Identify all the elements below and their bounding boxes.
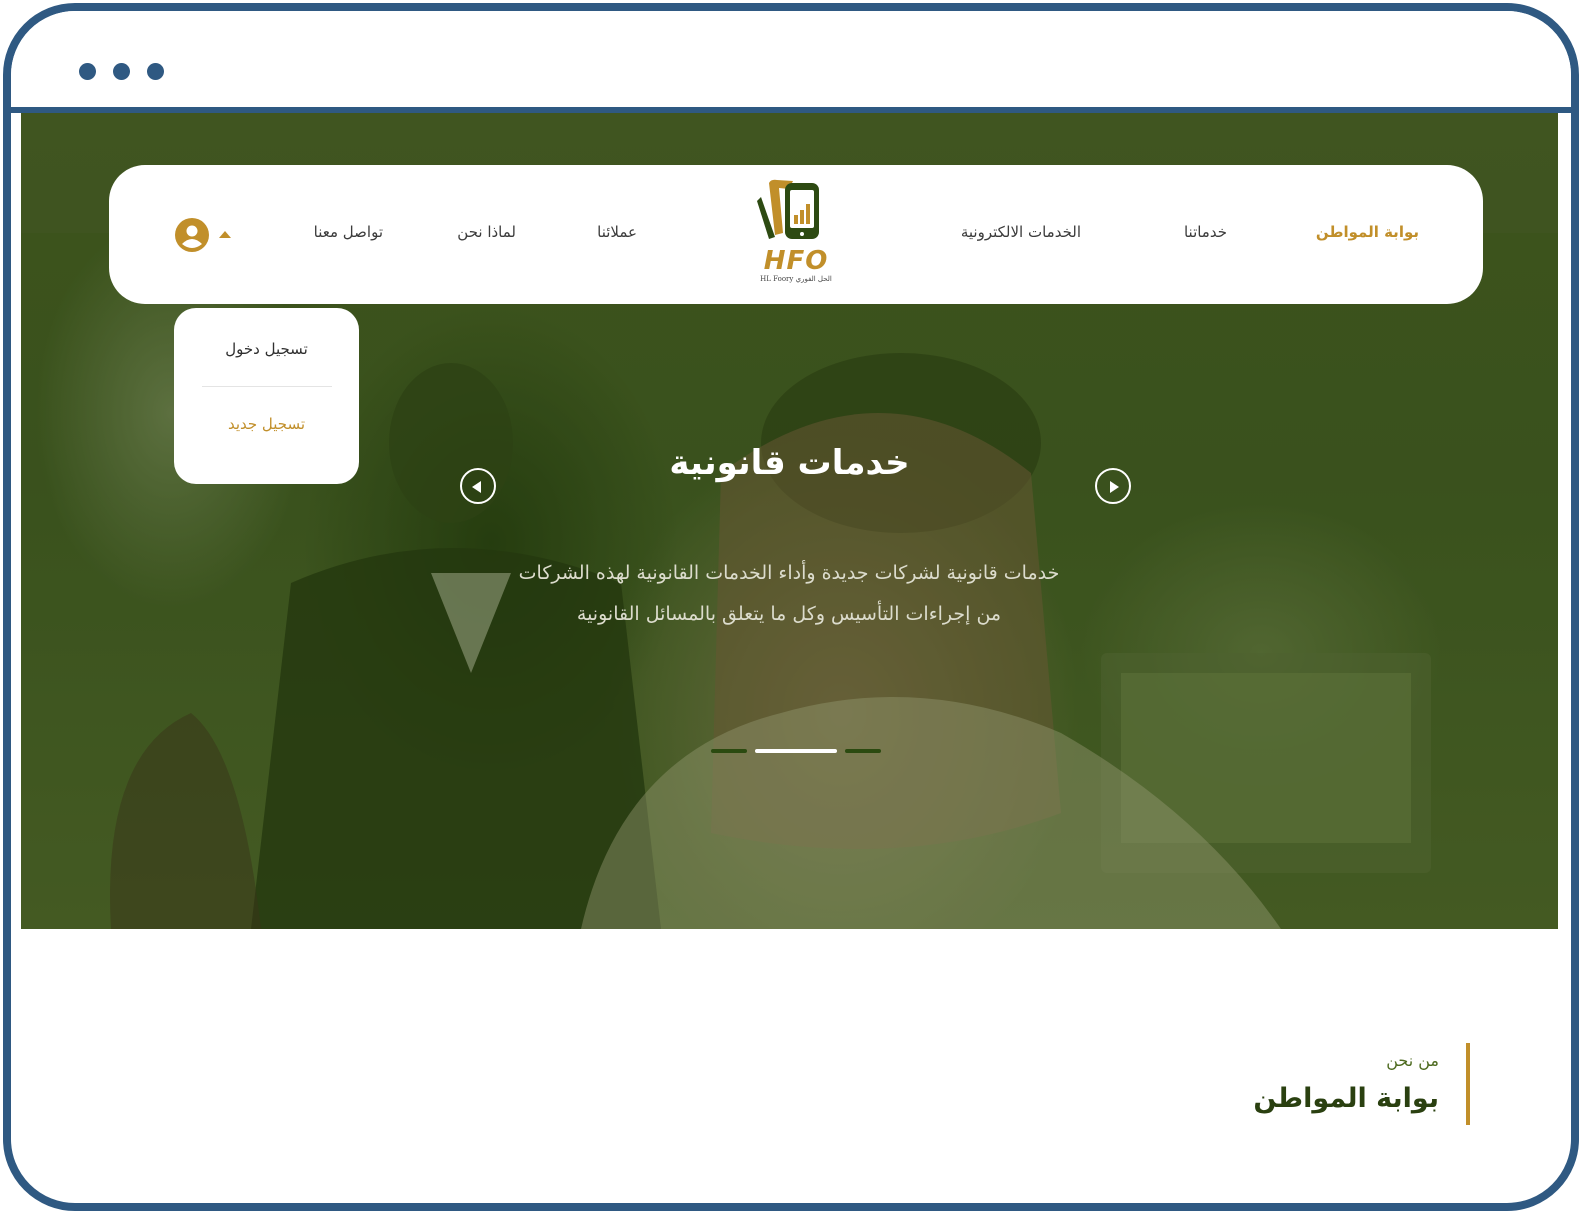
slide-indicator[interactable] [845,749,881,753]
slide-indicator[interactable] [711,749,747,753]
hero-slider: بوابة المواطن خدماتنا الخدمات الالكتروني… [21,113,1558,929]
nav-item-contact[interactable]: تواصل معنا [314,223,383,241]
register-link[interactable]: تسجيل جديد [174,415,359,433]
nav-item-services[interactable]: خدماتنا [1184,223,1227,241]
section-title: بوابة المواطن [1253,1083,1439,1114]
window-dot-icon [113,63,130,80]
browser-frame: بوابة المواطن خدماتنا الخدمات الالكتروني… [3,3,1579,1211]
slide-indicator-active[interactable] [755,749,837,753]
nav-item-citizen-portal[interactable]: بوابة المواطن [1316,223,1419,241]
user-circle-icon [182,225,202,248]
section-eyebrow: من نحن [1386,1051,1439,1070]
nav-item-e-services[interactable]: الخدمات الالكترونية [961,223,1081,241]
nav-item-clients[interactable]: عملائنا [597,223,637,241]
nav-item-why-us[interactable]: لماذا نحن [457,223,516,241]
browser-titlebar [11,11,1571,113]
caret-up-icon[interactable] [219,231,231,238]
hero-title: خدمات قانونية [669,443,910,483]
logo-mark-icon [757,179,819,239]
hero-description-line: خدمات قانونية لشركات جديدة وأداء الخدمات… [518,562,1060,584]
main-navbar: بوابة المواطن خدماتنا الخدمات الالكتروني… [109,165,1483,304]
site-logo[interactable]: HFO HL Foory الحل الفوري [753,177,839,287]
dropdown-divider [202,386,332,387]
hero-description: خدمات قانونية لشركات جديدة وأداء الخدمات… [439,553,1139,635]
user-menu-button[interactable] [175,218,209,252]
window-dot-icon [147,63,164,80]
login-link[interactable]: تسجيل دخول [174,340,359,358]
window-dot-icon [79,63,96,80]
section-accent-bar [1466,1043,1470,1125]
logo-text: HFO [763,246,829,276]
hero-description-line: من إجراءات التأسيس وكل ما يتعلق بالمسائل… [576,603,1002,625]
logo-subtitle: HL Foory الحل الفوري [760,275,832,283]
